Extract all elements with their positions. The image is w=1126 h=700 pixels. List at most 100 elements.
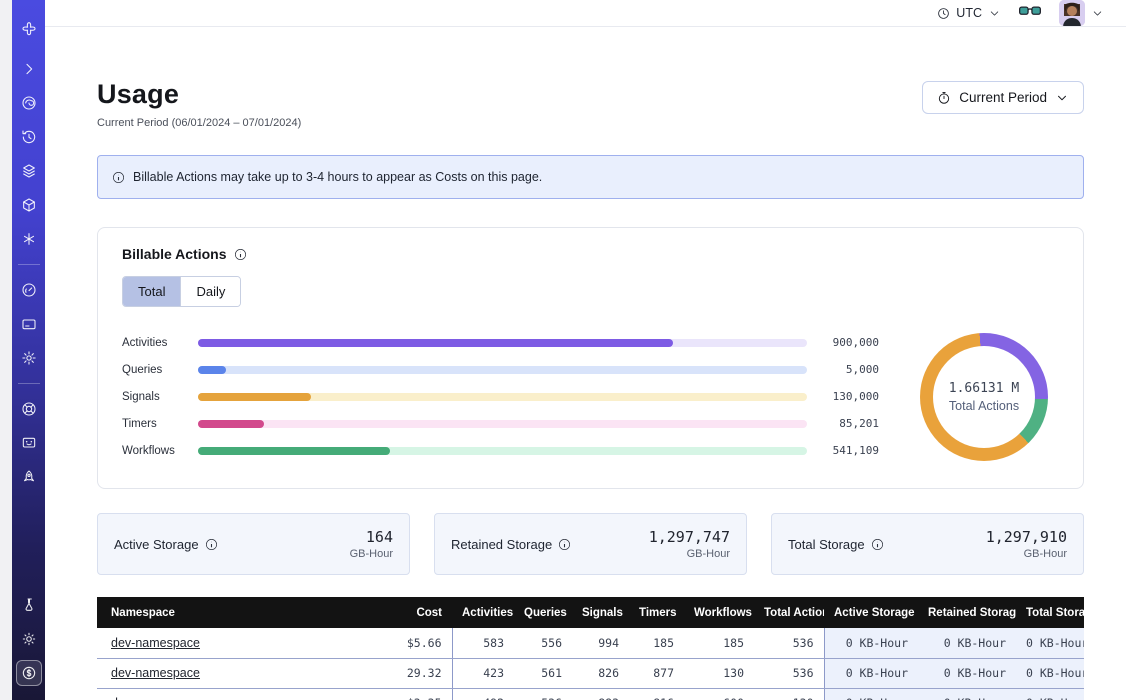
cell-workflows: 185 [684,628,754,658]
cell-total_actions: 536 [754,658,824,688]
rocket-icon[interactable] [16,464,42,490]
info-icon[interactable] [871,538,884,551]
info-icon[interactable] [234,248,247,261]
cell-timers: 816 [629,688,684,700]
cell-timers: 877 [629,658,684,688]
settings-gear-icon[interactable] [16,345,42,371]
storage-card-total: Total Storage 1,297,910 GB-Hour [771,513,1084,575]
cell-total_storage: 0 KB-Hour [1016,658,1084,688]
layers-icon[interactable] [16,158,42,184]
namespace-link[interactable]: dev-namespace [111,666,200,680]
usage-page: Usage Current Period (06/01/2024 – 07/01… [45,27,1126,700]
user-menu[interactable] [1059,0,1104,26]
cube-icon[interactable] [16,192,42,218]
column-header-queries[interactable]: Queries [514,597,572,628]
timezone-selector[interactable]: UTC [937,6,1001,20]
chevron-down-icon [1055,91,1069,105]
namespace-usage-table: NamespaceCostActivitiesQueriesSignalsTim… [97,597,1084,700]
bar-label: Signals [122,391,198,403]
theme-sun-icon[interactable] [16,626,42,652]
nexus-asterisk-icon[interactable] [16,226,42,252]
namespace-link[interactable]: dev-namespace [111,696,200,700]
billable-actions-card: Billable Actions TotalDaily Activities90… [97,227,1084,489]
feedback-monitor-icon[interactable] [16,430,42,456]
storage-unit: GB-Hour [649,548,730,560]
bar-label: Workflows [122,445,198,457]
cell-retained_storage: 0 KB-Hour [918,688,1016,700]
cell-signals: 826 [572,658,629,688]
cell-signals: 883 [572,688,629,700]
storage-card-value-block: 164GB-Hour [350,528,393,560]
temporal-logo[interactable] [16,16,42,42]
table-row: dev-namespace$5.665835569941851855360 KB… [97,628,1084,658]
bar-label: Activities [122,337,198,349]
cell-workflows: 600 [684,688,754,700]
billable-actions-title: Billable Actions [122,246,227,262]
column-header-retained_storage[interactable]: Retained Storage [918,597,1016,628]
sidebar [12,0,45,700]
storage-label-text: Total Storage [788,537,865,552]
storage-label-text: Retained Storage [451,537,552,552]
storage-value: 1,297,747 [649,528,730,546]
column-header-cost[interactable]: Cost [349,597,452,628]
glasses-icon[interactable] [1019,4,1041,23]
sidebar-expand-button[interactable] [16,56,42,82]
info-icon[interactable] [205,538,218,551]
namespaces-spiral-icon[interactable] [16,90,42,116]
bar-value: 85,201 [807,417,879,430]
namespace-link[interactable]: dev-namespace [111,636,200,650]
bar-value: 541,109 [807,444,879,457]
storage-unit: GB-Hour [350,548,393,560]
tab-daily[interactable]: Daily [180,277,240,306]
cell-activities: 492 [452,688,514,700]
bar-track [198,339,807,347]
storage-card-label: Retained Storage [451,537,571,552]
bar-value: 130,000 [807,390,879,403]
storage-card-label: Active Storage [114,537,218,552]
cell-cost: $5.66 [349,628,452,658]
column-header-activities[interactable]: Activities [452,597,514,628]
bar-fill [198,339,673,347]
dollar-coin-icon[interactable] [16,660,42,686]
storage-card-value-block: 1,297,747 GB-Hour [649,528,730,560]
storage-unit: GB-Hour [986,548,1067,560]
cell-namespace: dev-namespace [97,688,349,700]
labs-flask-icon[interactable] [16,592,42,618]
storage-card-value-block: 1,297,910 GB-Hour [986,528,1067,560]
cell-total_actions: 130 [754,688,824,700]
banner-text: Billable Actions may take up to 3-4 hour… [133,170,542,184]
support-life-ring-icon[interactable] [16,396,42,422]
column-header-total_storage[interactable]: Total Storage [1016,597,1084,628]
column-header-signals[interactable]: Signals [572,597,629,628]
storage-card-label: Total Storage [788,537,884,552]
bar-fill [198,366,226,374]
storage-card-active: Active Storage 164GB-Hour [97,513,410,575]
cell-cost: 29.32 [349,658,452,688]
sidebar-divider [18,383,40,384]
info-icon [112,171,125,184]
bar-track [198,447,807,455]
topbar: UTC [45,0,1126,27]
bar-row-signals: Signals 130,000 [122,383,879,410]
storage-value: 1,297,910 [986,528,1067,546]
info-icon[interactable] [558,538,571,551]
schedules-clock-icon[interactable] [16,124,42,150]
cell-queries: 561 [514,658,572,688]
total-daily-tabs: TotalDaily [122,276,241,307]
column-header-workflows[interactable]: Workflows [684,597,754,628]
tab-total[interactable]: Total [123,277,180,306]
column-header-active_storage[interactable]: Active Storage [824,597,918,628]
cell-retained_storage: 0 KB-Hour [918,628,1016,658]
info-banner: Billable Actions may take up to 3-4 hour… [97,155,1084,199]
column-header-timers[interactable]: Timers [629,597,684,628]
cell-active_storage: 0 KB-Hour [824,628,918,658]
usage-gauge-icon[interactable] [16,277,42,303]
table-header-row: NamespaceCostActivitiesQueriesSignalsTim… [97,597,1084,628]
page-subtitle: Current Period (06/01/2024 – 07/01/2024) [97,117,301,129]
cell-timers: 185 [629,628,684,658]
column-header-total_actions[interactable]: Total Actions [754,597,824,628]
column-header-namespace[interactable]: Namespace [97,597,349,628]
cell-queries: 536 [514,688,572,700]
period-dropdown-button[interactable]: Current Period [922,81,1084,114]
billing-card-icon[interactable] [16,311,42,337]
